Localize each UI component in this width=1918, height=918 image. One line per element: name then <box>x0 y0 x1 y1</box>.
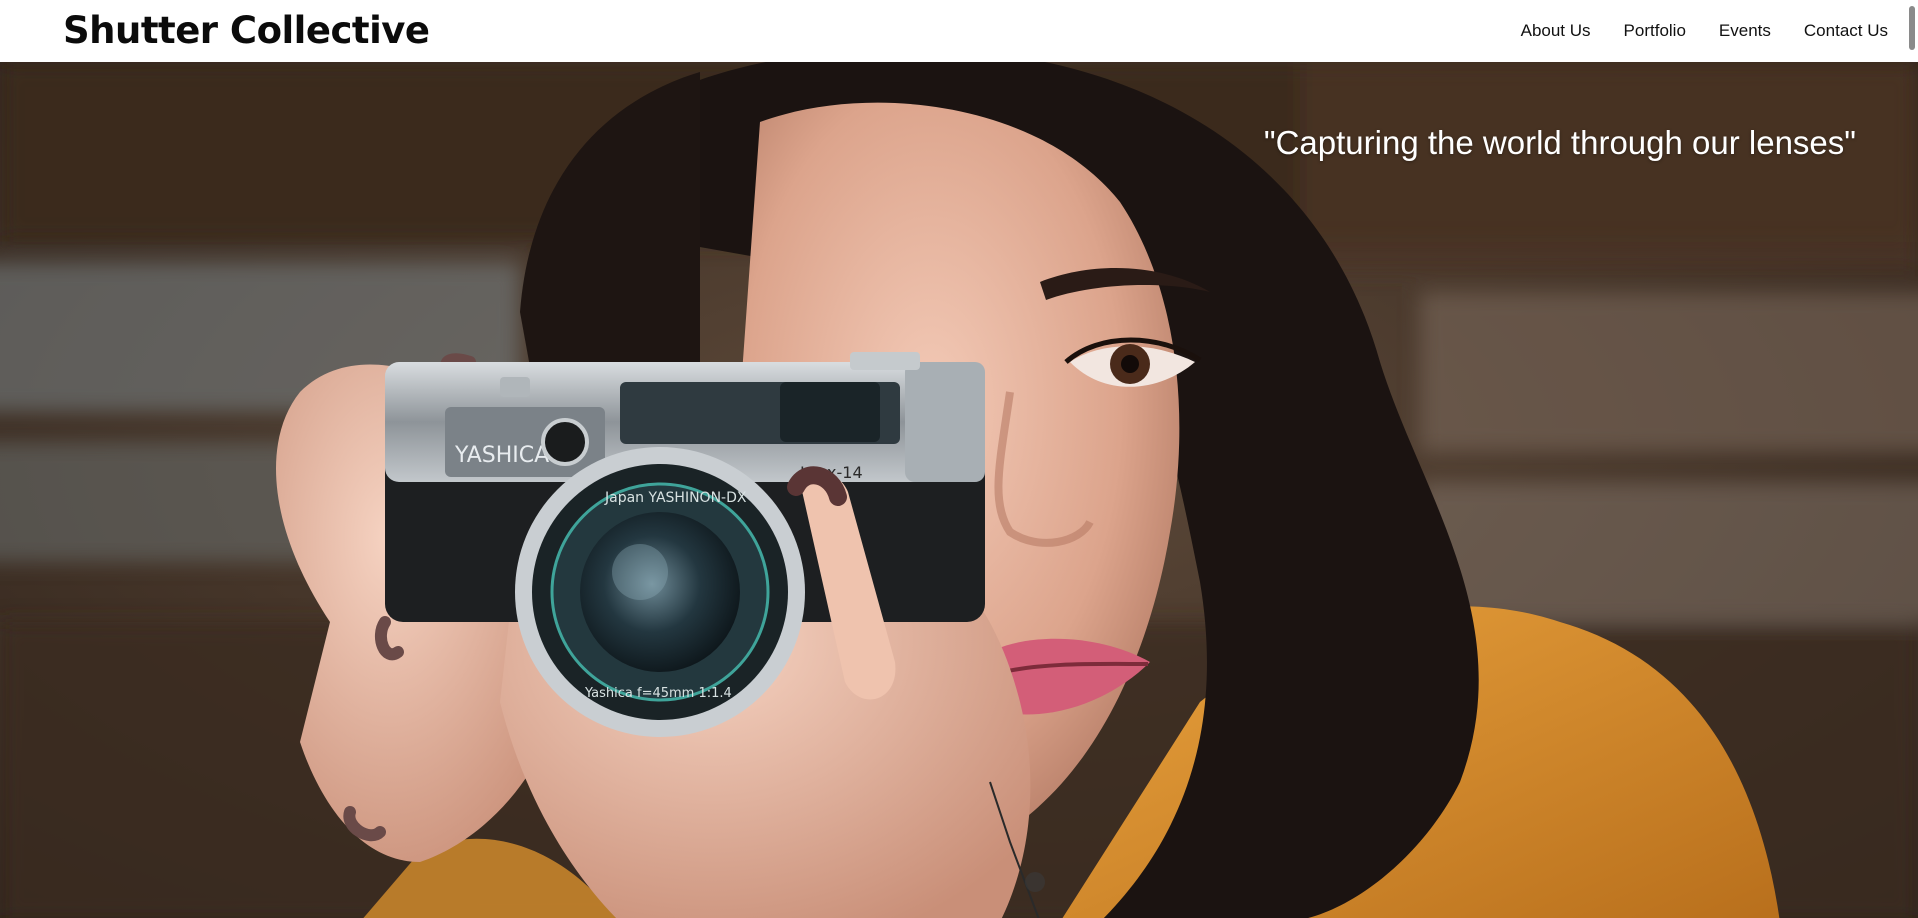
hero-section: YASHICA Lynx-14 Japan YASHINON-DX Yashic… <box>0 62 1918 918</box>
lens-ring-text-2: Yashica f=45mm 1:1.4 <box>584 686 732 701</box>
lens-ring-text: Japan YASHINON-DX <box>604 490 747 506</box>
camera-brand-text: YASHICA <box>454 443 549 468</box>
scrollbar-thumb[interactable] <box>1909 6 1915 50</box>
site-header: Shutter Collective About Us Portfolio Ev… <box>0 0 1918 62</box>
hero-quote: "Capturing the world through our lenses" <box>1263 124 1856 161</box>
nav-link-portfolio[interactable]: Portfolio <box>1624 21 1686 41</box>
hero-photo-woman-with-camera: YASHICA Lynx-14 Japan YASHINON-DX Yashic… <box>0 62 1918 918</box>
main-nav: About Us Portfolio Events Contact Us <box>1488 0 1888 62</box>
nav-link-events[interactable]: Events <box>1719 21 1771 41</box>
nav-link-about-us[interactable]: About Us <box>1521 21 1591 41</box>
nav-link-contact-us[interactable]: Contact Us <box>1804 21 1888 41</box>
site-logo[interactable]: Shutter Collective <box>63 8 430 54</box>
